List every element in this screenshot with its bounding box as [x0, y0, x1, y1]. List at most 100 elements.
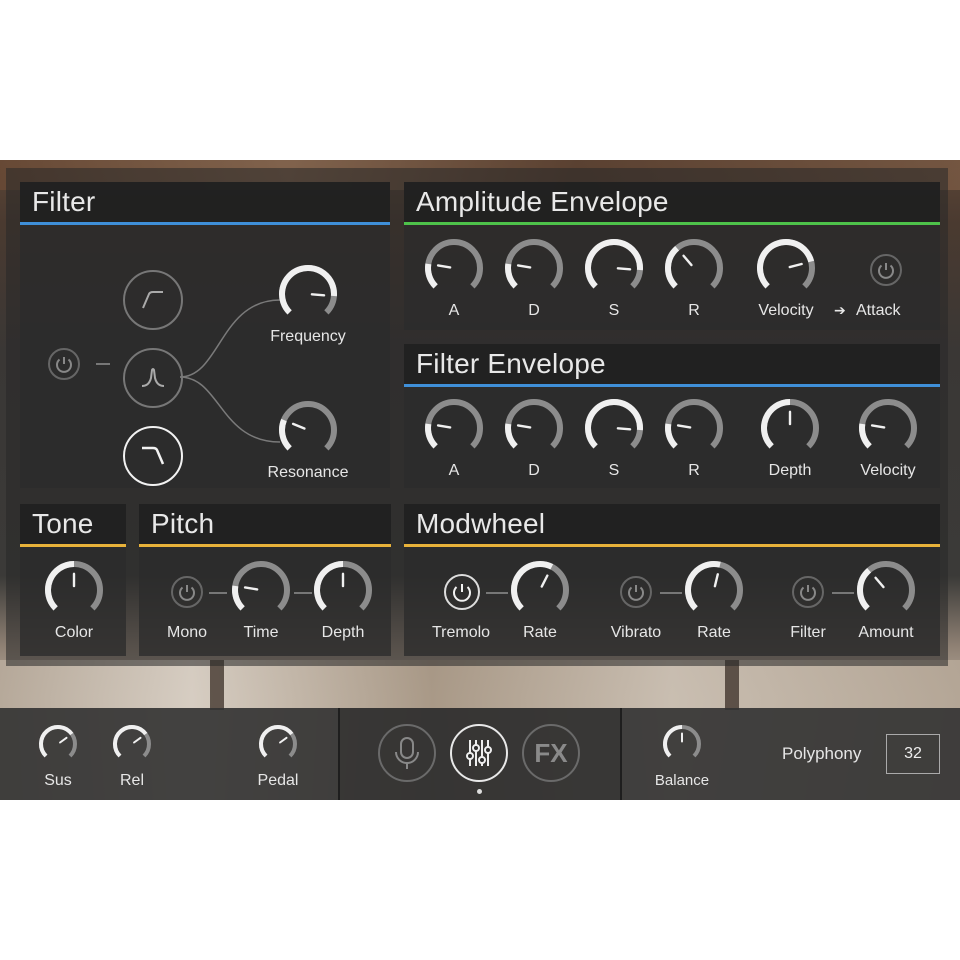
output-section: Balance Polyphony 32 — [622, 708, 960, 800]
connector-line — [660, 592, 682, 594]
power-icon — [878, 263, 894, 279]
amp-decay-knob[interactable] — [504, 238, 564, 298]
power-icon — [453, 584, 471, 602]
attack-power-button[interactable] — [870, 254, 902, 286]
knob-dial — [425, 399, 483, 449]
balance-knob[interactable] — [662, 724, 702, 764]
lowpass-icon — [142, 446, 165, 465]
knob-dial — [425, 239, 483, 289]
tremolo-rate-knob[interactable] — [510, 560, 570, 620]
pitch-title: Pitch — [151, 508, 215, 539]
time-knob[interactable] — [231, 560, 291, 620]
amount-label: Amount — [858, 624, 914, 641]
pedal-section: Sus Rel Pedal — [0, 708, 338, 800]
tone-header: Tone — [20, 504, 126, 544]
filter-routing-lines — [180, 299, 281, 443]
pedal-knob[interactable] — [258, 724, 298, 764]
amp-release-knob[interactable] — [664, 238, 724, 298]
pitch-depth-knob[interactable] — [313, 560, 373, 620]
microphone-icon — [395, 737, 419, 769]
knob-dial — [279, 401, 337, 451]
knob-value-arc — [761, 399, 791, 449]
sus-knob[interactable] — [38, 724, 78, 764]
knob-dial — [859, 399, 917, 449]
knob-pointer — [540, 574, 549, 588]
filter-type-bandpass[interactable] — [123, 348, 183, 408]
amount-knob[interactable] — [856, 560, 916, 620]
knob-dial — [761, 399, 819, 449]
color-label: Color — [54, 624, 94, 641]
knob-pointer — [713, 573, 719, 588]
fenv-sustain-knob[interactable] — [584, 398, 644, 458]
amp-attack-knob[interactable] — [424, 238, 484, 298]
vibrato-rate-knob[interactable] — [684, 560, 744, 620]
background-leg — [210, 660, 224, 710]
fenv-decay-knob[interactable] — [504, 398, 564, 458]
tremolo-power-button[interactable] — [444, 574, 480, 610]
microphone-button[interactable] — [378, 724, 436, 782]
tone-accent-line — [20, 544, 126, 547]
knob-dial — [279, 265, 337, 315]
knob-track — [505, 399, 563, 449]
fenv-depth-label: Depth — [768, 462, 812, 479]
color-knob[interactable] — [44, 560, 104, 620]
fenv-velocity-label: Velocity — [860, 462, 916, 479]
fenv-depth-knob[interactable] — [760, 398, 820, 458]
filter-envelope-header: Filter Envelope — [404, 344, 940, 384]
modwheel-header: Modwheel — [404, 504, 940, 544]
knob-value-arc — [314, 561, 344, 611]
knob-track — [665, 399, 723, 449]
filter-power-button[interactable] — [48, 348, 80, 380]
knob-value-arc — [757, 239, 815, 289]
amp-sustain-label: S — [608, 302, 620, 319]
knob-dial — [665, 399, 723, 449]
sliders-button[interactable] — [450, 724, 508, 782]
vibrato-rate-label: Rate — [697, 624, 731, 641]
knob-dial — [585, 239, 643, 289]
vibrato-power-button[interactable] — [620, 576, 652, 608]
modwheel-title: Modwheel — [416, 508, 546, 539]
page-indicator-dot — [477, 789, 482, 794]
rel-knob[interactable] — [112, 724, 152, 764]
mono-power-button[interactable] — [171, 576, 203, 608]
knob-value-arc — [112, 724, 148, 758]
amp-velocity-knob[interactable] — [756, 238, 816, 298]
filter-accent-line — [20, 222, 390, 225]
filter-type-highpass[interactable] — [123, 270, 183, 330]
connector-line — [209, 592, 227, 594]
knob-value-arc — [232, 585, 245, 611]
knob-dial — [232, 561, 290, 611]
background-leg — [725, 660, 739, 710]
knob-pointer — [133, 736, 142, 744]
fenv-velocity-knob[interactable] — [858, 398, 918, 458]
power-icon — [179, 585, 195, 601]
knob-dial — [38, 724, 77, 758]
knob-dial — [314, 561, 372, 611]
knob-pointer — [436, 424, 452, 429]
polyphony-field[interactable]: 32 — [886, 734, 940, 774]
knob-dial — [663, 725, 701, 758]
fenv-attack-knob[interactable] — [424, 398, 484, 458]
amp-release-label: R — [688, 302, 700, 319]
filter-type-lowpass[interactable] — [123, 426, 183, 486]
resonance-knob[interactable] — [278, 400, 338, 460]
knob-value-arc — [425, 263, 438, 289]
knob-track — [232, 561, 290, 611]
knob-pointer — [436, 264, 452, 269]
knob-value-arc — [511, 561, 554, 611]
amp-velocity-label: Velocity — [758, 302, 814, 319]
knob-track — [425, 239, 483, 289]
sus-label: Sus — [44, 772, 72, 789]
filter-mod-power-button[interactable] — [792, 576, 824, 608]
fx-button[interactable]: FX — [522, 724, 580, 782]
editor-area: Filter Frequency Resonance Amplitude Env… — [6, 168, 948, 666]
fenv-release-knob[interactable] — [664, 398, 724, 458]
filter-envelope-panel: Filter Envelope A D S R Depth Velocity — [404, 344, 940, 488]
frequency-knob[interactable] — [278, 264, 338, 324]
amp-sustain-knob[interactable] — [584, 238, 644, 298]
knob-dial — [585, 399, 643, 449]
bottom-bar: Sus Rel Pedal FX Balance Polyphony 32 — [0, 708, 960, 800]
amplitude-envelope-panel: Amplitude Envelope A D S R Velocity ➔ At… — [404, 182, 940, 330]
knob-dial — [505, 239, 563, 289]
amplitude-envelope-title: Amplitude Envelope — [416, 186, 669, 217]
